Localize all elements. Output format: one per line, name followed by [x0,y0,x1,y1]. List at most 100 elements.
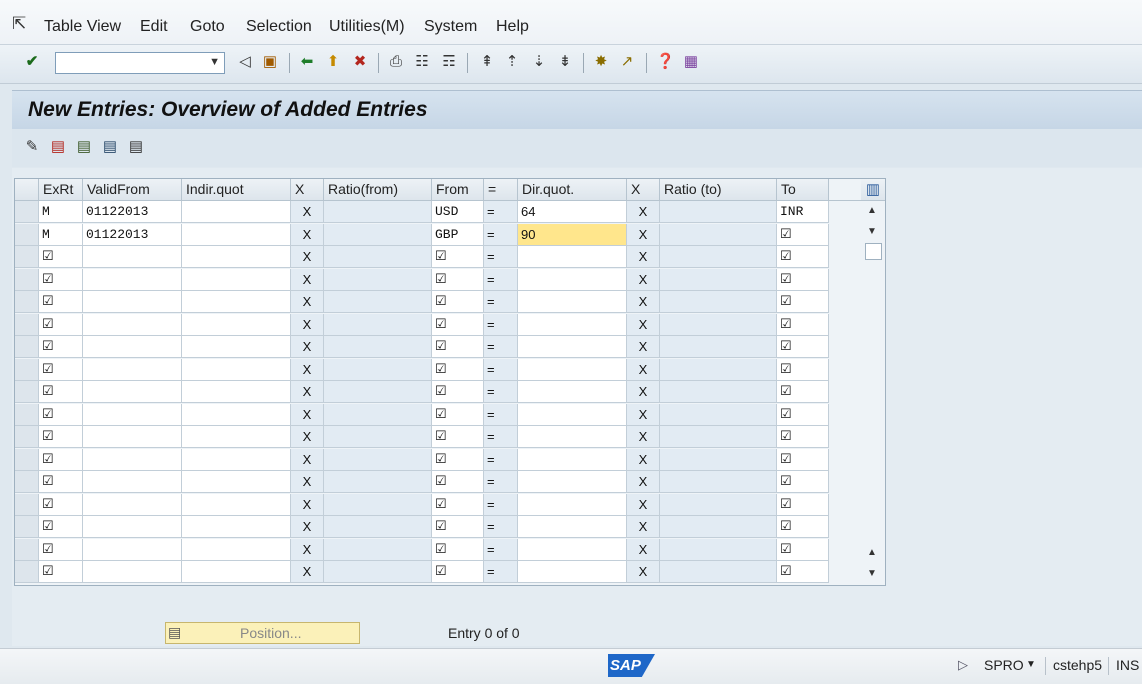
menu-goto[interactable]: Goto [190,18,225,36]
cell-validfrom[interactable] [83,538,182,561]
cell-ratio-from[interactable] [324,516,432,538]
menu-utilities[interactable]: Utilities(M) [329,18,405,36]
cell-to[interactable]: ☑ [777,403,829,426]
cell-dir-quot[interactable] [518,448,627,471]
customize-layout-icon[interactable]: ▦ [682,53,700,71]
cell-to[interactable]: ☑ [777,448,829,471]
cell-to[interactable]: ☑ [777,313,829,336]
cell-ratio-to[interactable] [660,268,777,291]
row-selector[interactable] [15,358,39,381]
cell-ratio-to[interactable] [660,493,777,516]
cell-validfrom[interactable] [83,471,182,493]
dropdown-arrow-icon[interactable]: ▼ [209,56,220,68]
command-field[interactable]: ▼ [55,52,225,74]
cell-dir-quot[interactable] [518,426,627,448]
next-page-icon[interactable]: ⇣ [530,53,548,71]
cell-ratio-from[interactable] [324,223,432,246]
cell-ratio-from[interactable] [324,448,432,471]
cell-dir-quot[interactable] [518,561,627,583]
first-page-icon[interactable]: ⇞ [478,53,496,71]
select-block-icon[interactable]: ▤ [100,137,120,157]
cell-indir-quot[interactable] [182,561,291,583]
cell-ratio-to[interactable] [660,358,777,381]
deselect-all-icon[interactable]: ▤ [126,137,146,157]
row-selector[interactable] [15,268,39,291]
cell-exrt[interactable]: ☑ [39,426,83,448]
select-all-icon[interactable]: ▤ [74,137,94,157]
cell-dir-quot[interactable] [518,336,627,358]
cell-ratio-from[interactable] [324,471,432,493]
cell-exrt[interactable]: ☑ [39,268,83,291]
column-header-ratio-from[interactable]: Ratio(from) [324,179,432,201]
column-header-x-to[interactable]: X [627,179,660,201]
cell-dir-quot[interactable] [518,358,627,381]
cell-dir-quot[interactable] [518,403,627,426]
cell-exrt[interactable]: ☑ [39,381,83,403]
cell-to[interactable]: ☑ [777,493,829,516]
cell-from[interactable]: ☑ [432,246,484,268]
column-header-equals[interactable]: = [484,179,518,201]
status-expand-icon[interactable]: ▷ [958,657,968,673]
cell-from[interactable]: ☑ [432,291,484,313]
row-selector[interactable] [15,403,39,426]
cell-from[interactable]: ☑ [432,516,484,538]
cell-from[interactable]: ☑ [432,403,484,426]
column-header-validfrom[interactable]: ValidFrom [83,179,182,201]
cell-indir-quot[interactable] [182,223,291,246]
cell-ratio-to[interactable] [660,201,777,223]
cell-ratio-to[interactable] [660,381,777,403]
cell-indir-quot[interactable] [182,493,291,516]
enter-check-icon[interactable]: ✔ [23,53,41,71]
cell-from[interactable]: ☑ [432,381,484,403]
cell-dir-quot[interactable] [518,538,627,561]
menu-selection[interactable]: Selection [246,18,312,36]
scroll-page-up-icon[interactable]: ▲ [867,547,877,558]
cell-dir-quot[interactable] [518,493,627,516]
table-settings-icon[interactable]: ▥ [861,179,885,201]
cell-ratio-from[interactable] [324,336,432,358]
column-header-exrt[interactable]: ExRt [39,179,83,201]
cell-exrt[interactable]: ☑ [39,493,83,516]
row-selector[interactable] [15,561,39,583]
cell-ratio-to[interactable] [660,336,777,358]
cell-from[interactable]: ☑ [432,538,484,561]
vertical-scrollbar[interactable]: ▲ ▼ ▲ ▼ [861,201,885,585]
cell-exrt[interactable]: ☑ [39,291,83,313]
cell-validfrom[interactable]: 01122013 [83,201,182,223]
cell-indir-quot[interactable] [182,313,291,336]
cell-ratio-to[interactable] [660,448,777,471]
cell-ratio-to[interactable] [660,223,777,246]
cell-ratio-to[interactable] [660,471,777,493]
cell-dir-quot[interactable] [518,291,627,313]
cell-ratio-from[interactable] [324,358,432,381]
row-selector[interactable] [15,246,39,268]
cell-to[interactable]: ☑ [777,223,829,246]
cell-to[interactable]: ☑ [777,246,829,268]
cell-exrt[interactable]: ☑ [39,358,83,381]
cell-to[interactable]: ☑ [777,516,829,538]
cell-indir-quot[interactable] [182,358,291,381]
scroll-down-icon[interactable]: ▼ [867,226,877,237]
cell-exrt[interactable]: ☑ [39,561,83,583]
new-session-icon[interactable]: ✸ [592,53,610,71]
cell-to[interactable]: ☑ [777,381,829,403]
cell-ratio-from[interactable] [324,426,432,448]
cell-dir-quot[interactable] [518,246,627,268]
row-selector[interactable] [15,516,39,538]
row-selector[interactable] [15,381,39,403]
cell-exrt[interactable]: ☑ [39,538,83,561]
cell-validfrom[interactable] [83,381,182,403]
cell-dir-quot[interactable]: 90 [518,223,627,246]
cell-ratio-to[interactable] [660,403,777,426]
cell-to[interactable]: ☑ [777,561,829,583]
cell-from[interactable]: ☑ [432,426,484,448]
cell-from[interactable]: ☑ [432,561,484,583]
back-icon[interactable]: ⬅ [298,53,316,71]
cell-exrt[interactable]: ☑ [39,448,83,471]
exit-menu-icon[interactable]: ⇱ [12,14,26,34]
cell-indir-quot[interactable] [182,336,291,358]
scroll-up-icon[interactable]: ▲ [867,205,877,216]
cell-validfrom[interactable] [83,516,182,538]
shortcut-icon[interactable]: ↗ [618,53,636,71]
cell-exrt[interactable]: ☑ [39,336,83,358]
